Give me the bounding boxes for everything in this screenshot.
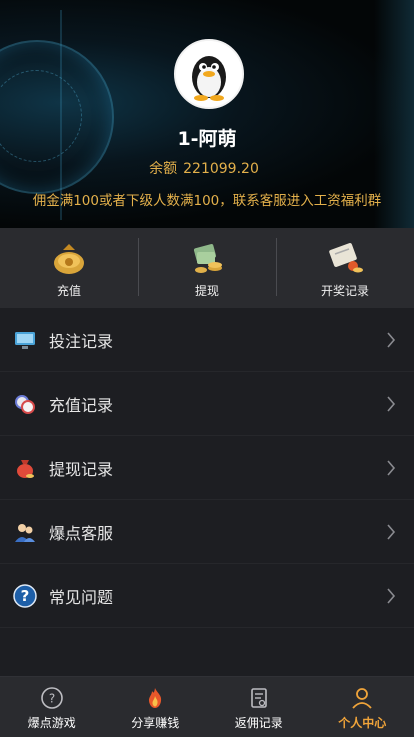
chevron-right-icon — [386, 588, 396, 604]
menu-item-recharge-records[interactable]: 充值记录 — [0, 372, 414, 436]
person-icon — [350, 686, 374, 710]
menu-list: 投注记录 充值记录 提现记录 爆点客服 — [0, 308, 414, 628]
cash-coins-icon — [187, 240, 227, 276]
quick-action-label: 提现 — [195, 282, 219, 299]
poker-chips-icon — [13, 392, 37, 416]
quick-action-draw-results[interactable]: 开奖记录 — [276, 228, 414, 308]
tab-personal-center[interactable]: 个人中心 — [311, 677, 414, 737]
receipt-icon — [247, 686, 271, 710]
commission-notice: 佣金满100或者下级人数满100，联系客服进入工资福利群 — [0, 189, 414, 209]
tab-label: 分享赚钱 — [131, 714, 179, 731]
menu-item-bet-records[interactable]: 投注记录 — [0, 308, 414, 372]
menu-item-label: 投注记录 — [49, 328, 113, 352]
menu-item-label: 提现记录 — [49, 456, 113, 480]
quick-action-recharge[interactable]: 充值 — [0, 228, 138, 308]
menu-item-label: 常见问题 — [49, 584, 113, 608]
support-agent-icon — [13, 520, 37, 544]
quick-action-label: 充值 — [57, 282, 81, 299]
chevron-right-icon — [386, 524, 396, 540]
tab-label: 个人中心 — [338, 714, 386, 731]
monitor-icon — [13, 328, 37, 352]
tab-share-earn[interactable]: 分享赚钱 — [104, 677, 208, 737]
menu-item-label: 充值记录 — [49, 392, 113, 416]
tab-label: 爆点游戏 — [28, 714, 76, 731]
penguin-avatar-icon — [176, 41, 242, 107]
money-bag-icon — [49, 240, 89, 276]
chevron-right-icon — [386, 396, 396, 412]
question-icon: ? — [13, 584, 37, 608]
question-circle-icon: ? — [40, 686, 64, 710]
menu-item-faq[interactable]: ? 常见问题 — [0, 564, 414, 628]
quick-action-label: 开奖记录 — [321, 282, 369, 299]
bottom-tab-bar: ? 爆点游戏 分享赚钱 返佣记录 个人中心 — [0, 676, 414, 737]
menu-item-customer-service[interactable]: 爆点客服 — [0, 500, 414, 564]
menu-item-label: 爆点客服 — [49, 520, 113, 544]
balance: 余额 221099.20 — [0, 158, 414, 178]
menu-item-withdraw-records[interactable]: 提现记录 — [0, 436, 414, 500]
username: 1-阿萌 — [0, 124, 414, 151]
quick-action-withdraw[interactable]: 提现 — [138, 228, 276, 308]
red-bag-icon — [13, 456, 37, 480]
profile-header: 1-阿萌 余额 221099.20 佣金满100或者下级人数满100，联系客服进入… — [0, 0, 414, 228]
lottery-ticket-icon — [325, 240, 365, 276]
chevron-right-icon — [386, 332, 396, 348]
flame-icon — [143, 686, 167, 710]
svg-text:?: ? — [49, 692, 55, 706]
chevron-right-icon — [386, 460, 396, 476]
tab-games[interactable]: ? 爆点游戏 — [0, 677, 104, 737]
balance-value: 221099.20 — [183, 161, 259, 177]
tab-rebate-records[interactable]: 返佣记录 — [207, 677, 311, 737]
tab-label: 返佣记录 — [235, 714, 283, 731]
balance-label: 余额 — [149, 161, 177, 177]
avatar[interactable] — [174, 39, 244, 109]
quick-actions-bar: 充值 提现 开奖记录 — [0, 228, 414, 308]
svg-text:?: ? — [21, 587, 30, 605]
